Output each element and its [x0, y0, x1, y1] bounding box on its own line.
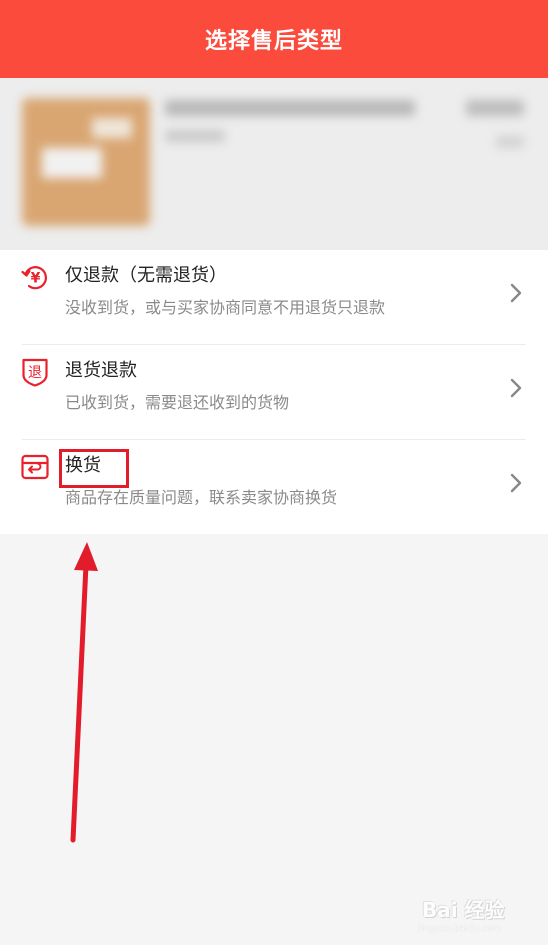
watermark-text: Bai 经验	[422, 898, 505, 922]
option-title: 退货退款	[65, 360, 137, 381]
product-thumbnail	[22, 98, 150, 226]
option-return-and-refund[interactable]: 退 退货退款 已收到货，需要退还收到的货物	[0, 345, 548, 440]
option-refund-only[interactable]: ¥ 仅退款（无需退货） 没收到货，或与买家协商同意不用退货只退款	[0, 250, 548, 345]
product-spec-placeholder	[165, 130, 225, 142]
product-quantity-placeholder	[496, 136, 524, 148]
watermark-url: jingyan.baidu.com	[418, 924, 502, 934]
chevron-right-icon	[510, 378, 522, 398]
product-blur-layer	[0, 78, 548, 250]
baidu-jingyan-watermark: Bai 经验 jingyan.baidu.com	[412, 880, 542, 940]
page-title: 选择售后类型	[204, 29, 343, 54]
exchange-box-icon	[21, 454, 49, 480]
option-title: 仅退款（无需退货）	[65, 265, 227, 286]
product-summary-blurred	[0, 78, 548, 250]
refund-yen-icon: ¥	[21, 266, 47, 290]
chevron-right-icon	[510, 283, 522, 303]
thumbnail-detail	[92, 118, 132, 138]
thumbnail-detail	[42, 148, 102, 178]
yen-glyph: ¥	[31, 271, 41, 287]
option-description: 没收到货，或与买家协商同意不用退货只退款	[65, 298, 386, 317]
return-refund-icon: 退	[22, 358, 48, 387]
product-price-placeholder	[466, 100, 524, 116]
option-description: 商品存在质量问题，联系卖家协商换货	[65, 488, 338, 507]
after-sale-options-list: ¥ 仅退款（无需退货） 没收到货，或与买家协商同意不用退货只退款 退 退货退款 …	[0, 250, 548, 534]
return-glyph: 退	[28, 365, 42, 381]
page-header: 选择售后类型	[0, 0, 548, 78]
chevron-right-icon	[510, 473, 522, 493]
option-description: 已收到货，需要退还收到的货物	[65, 393, 290, 412]
annotation-highlight-box	[59, 449, 129, 488]
product-name-placeholder	[165, 100, 415, 116]
